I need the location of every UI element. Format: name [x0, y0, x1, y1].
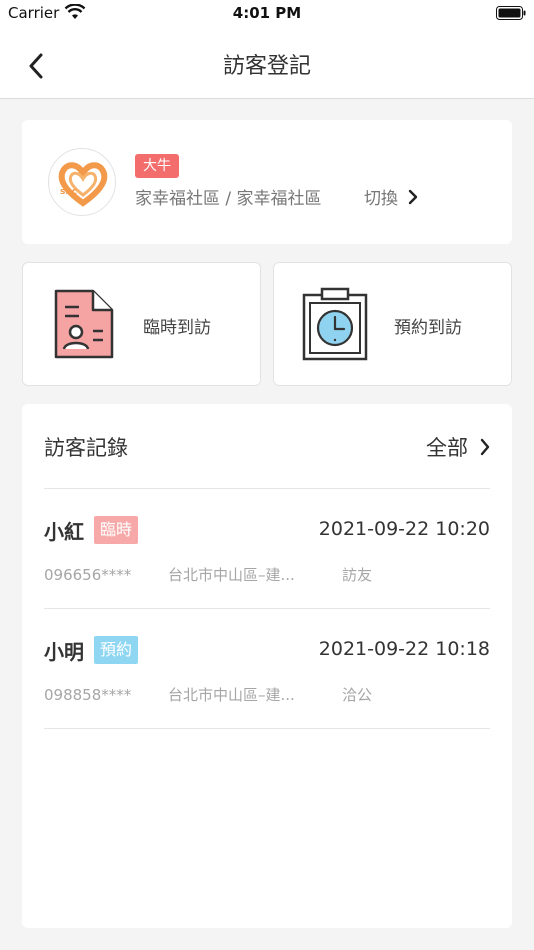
view-all-label: 全部	[426, 436, 468, 460]
visit-time: 2021-09-22 10:18	[318, 638, 490, 660]
switch-label: 切換	[364, 189, 398, 209]
chevron-right-icon	[480, 438, 490, 456]
visit-reason: 洽公	[342, 686, 373, 704]
visitor-records-card: 訪客記錄 全部 小紅 臨時 2021-09-22 10:20 096656***…	[22, 404, 512, 928]
visitor-card-icon	[54, 289, 114, 359]
visitor-name: 小明	[44, 640, 84, 664]
visitor-phone: 096656****	[44, 566, 132, 584]
visitor-address: 台北市中山區–建...	[168, 686, 295, 704]
temporary-visit-label: 臨時到訪	[143, 318, 211, 338]
nav-bar: 訪客登記	[0, 28, 534, 99]
status-bar: Carrier 4:01 PM	[0, 0, 534, 28]
scheduled-visit-label: 預約到訪	[394, 318, 462, 338]
temporary-visit-button[interactable]: 臨時到訪	[22, 262, 261, 386]
scheduled-visit-button[interactable]: 預約到訪	[273, 262, 512, 386]
page-title: 訪客登記	[222, 54, 311, 79]
visitor-address: 台北市中山區–建...	[168, 566, 295, 584]
clipboard-clock-icon	[302, 287, 368, 361]
logo-text: sbc	[60, 187, 77, 197]
community-name: 家幸福社區 / 家幸福社區	[135, 189, 322, 209]
heart-logo-icon: sbc	[58, 162, 108, 207]
community-card: sbc 大牛 家幸福社區 / 家幸福社區 切換	[22, 120, 512, 244]
view-all-button[interactable]: 全部	[426, 432, 490, 462]
visit-time: 2021-09-22 10:20	[318, 518, 490, 540]
record-row[interactable]: 小紅 臨時 2021-09-22 10:20 096656**** 台北市中山區…	[44, 488, 490, 608]
role-badge: 大牛	[135, 154, 179, 178]
records-title: 訪客記錄	[44, 436, 128, 460]
visit-type-badge: 預約	[94, 636, 139, 664]
status-time: 4:01 PM	[232, 4, 302, 22]
switch-community-button[interactable]: 切換	[364, 184, 418, 209]
community-logo: sbc	[48, 148, 116, 216]
visitor-name: 小紅	[44, 520, 84, 544]
chevron-right-icon	[408, 189, 418, 204]
visitor-phone: 098858****	[44, 686, 132, 704]
battery-icon	[496, 6, 526, 20]
visit-reason: 訪友	[342, 566, 373, 584]
record-row[interactable]: 小明 預約 2021-09-22 10:18 098858**** 台北市中山區…	[44, 608, 490, 728]
visit-type-badge: 臨時	[94, 516, 139, 544]
divider	[44, 728, 490, 729]
